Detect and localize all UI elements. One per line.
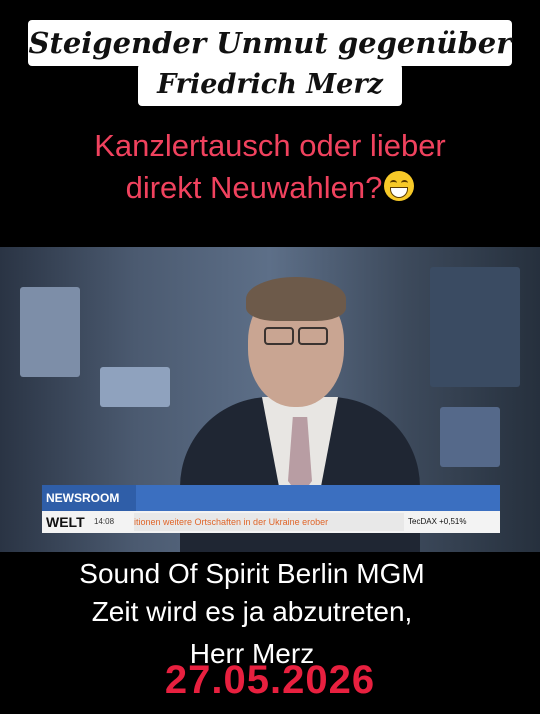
glasses-icon (264, 327, 294, 345)
anchor-hair (246, 277, 346, 321)
ticker-row: WELT 14:08 itionen weitere Ortschaften i… (42, 511, 500, 533)
studio-screen (440, 407, 500, 467)
caption-line-1: Sound Of Spirit Berlin MGM (79, 558, 425, 589)
caption-line-2: Zeit wird es ja abzutreten, (91, 596, 413, 627)
grinning-face-icon (384, 171, 415, 201)
video-frame[interactable]: NEWSROOM WELT 14:08 itionen weitere Orts… (0, 247, 540, 552)
date-stamp: 27.05.2026 (164, 658, 376, 702)
newsroom-label: NEWSROOM (42, 485, 136, 511)
tecdax-indicator: TecDAX +0,51% (408, 517, 467, 526)
subtitle-line-2-text: direkt Neuwahlen? (125, 170, 383, 205)
news-ticker: itionen weitere Ortschaften in der Ukrai… (134, 513, 404, 531)
lower-third-band (136, 485, 500, 511)
news-lower-third: NEWSROOM WELT 14:08 itionen weitere Orts… (42, 485, 500, 541)
studio-screen (20, 287, 80, 377)
title-line-1: Steigender Unmut gegenüber (28, 20, 512, 66)
subtitle-line-1: Kanzlertausch oder lieber (94, 128, 446, 163)
title-line-2: Friedrich Merz (138, 64, 402, 106)
studio-screen (100, 367, 170, 407)
broadcast-time: 14:08 (94, 517, 115, 526)
studio-screen (430, 267, 520, 387)
welt-logo: WELT (46, 514, 85, 530)
glasses-icon (298, 327, 328, 345)
subtitle-line-2: direkt Neuwahlen? (0, 170, 540, 206)
